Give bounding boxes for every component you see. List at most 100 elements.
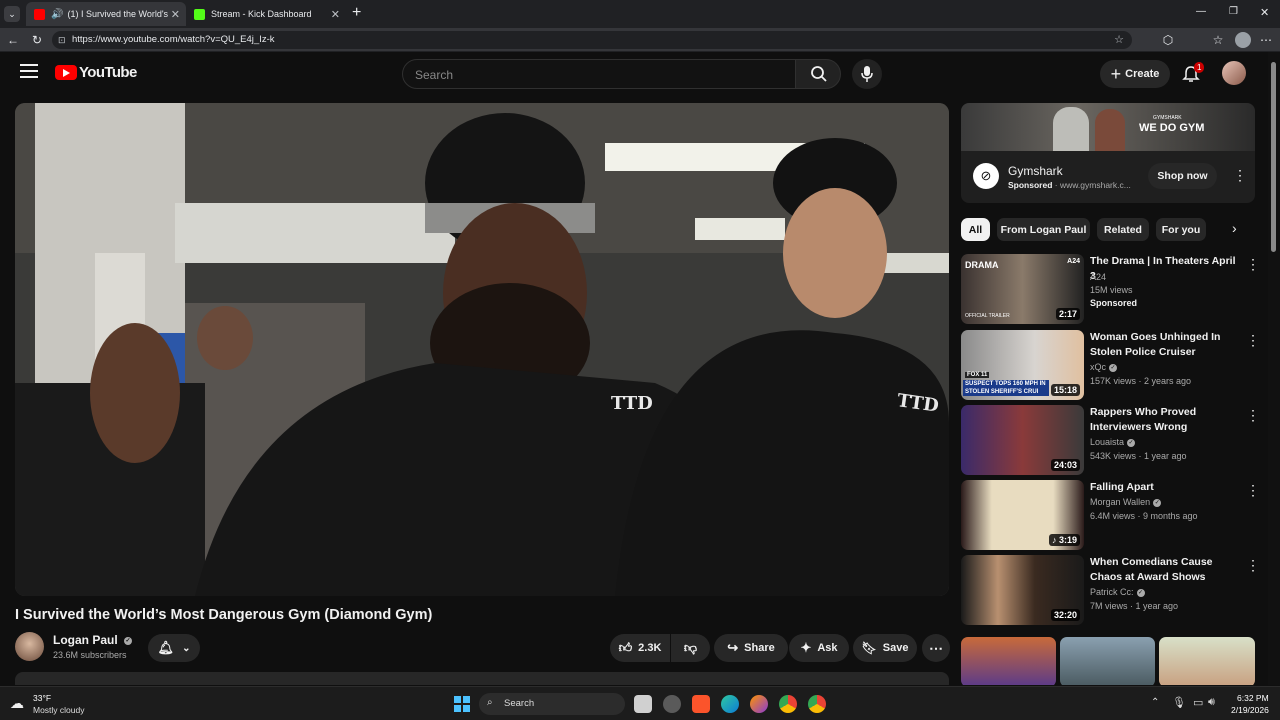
chevron-up-icon[interactable]: ⌃ [1151, 697, 1159, 708]
list-item[interactable]: FOX 11 SUSPECT TOPS 160 MPH IN STOLEN SH… [961, 330, 1261, 402]
chrome-icon[interactable] [779, 695, 797, 713]
rec-views: 543K views · 1 year ago [1090, 451, 1187, 461]
save-button[interactable]: 🔖︎ Save [853, 634, 917, 662]
site-info-icon[interactable]: ⊡ [58, 31, 66, 49]
chip-from-logan-paul[interactable]: From Logan Paul [997, 218, 1090, 241]
rec-more-icon[interactable]: ⋮ [1246, 256, 1260, 273]
rec-views: 157K views · 2 years ago [1090, 376, 1192, 386]
shorts-thumbnail[interactable] [1060, 637, 1155, 685]
list-item[interactable]: DRAMA A24 OFFICIAL TRAILER 2:17 The Dram… [961, 254, 1261, 326]
ad-more-icon[interactable]: ⋮ [1233, 167, 1247, 184]
task-view-icon[interactable] [634, 695, 652, 713]
create-button[interactable]: + Create [1100, 60, 1170, 88]
rec-more-icon[interactable]: ⋮ [1246, 332, 1260, 349]
rec-channel: Louaista [1090, 437, 1125, 447]
thumb-tag: A24 [1067, 258, 1080, 265]
ask-button[interactable]: ✦ Ask [789, 634, 849, 662]
video-thumbnail[interactable]: 32:20 [961, 555, 1084, 625]
ad-advertiser-name: Gymshark [1008, 164, 1063, 178]
video-thumbnail[interactable]: FOX 11 SUSPECT TOPS 160 MPH IN STOLEN SH… [961, 330, 1084, 400]
like-button[interactable]: 👍︎ 2.3K [610, 634, 670, 662]
list-item[interactable]: ♪ 3:19 Falling Apart Morgan Wallen ✓ 6.4M… [961, 480, 1261, 552]
menu-icon[interactable] [20, 64, 38, 78]
search-input[interactable]: Search [402, 59, 796, 89]
search-button[interactable] [795, 59, 841, 89]
back-icon[interactable]: ← [5, 32, 21, 48]
dislike-button[interactable]: 👎︎ [671, 634, 710, 662]
network-icon[interactable]: ▭ [1193, 696, 1203, 709]
chip-all[interactable]: All [961, 218, 990, 241]
ad-card[interactable]: ⊘ Gymshark Sponsored · www.gymshark.c...… [961, 151, 1255, 203]
description-box[interactable] [15, 672, 949, 685]
chip-for-you-label: For you [1161, 223, 1201, 236]
bookmark-icon: 🔖︎ [861, 641, 877, 655]
subscriber-count: 23.6M subscribers [53, 650, 127, 660]
channel-name-text: Logan Paul [53, 633, 118, 647]
refresh-icon[interactable]: ↻ [29, 32, 45, 48]
favorites-icon[interactable]: ☆ [1210, 32, 1226, 48]
app-icon[interactable] [663, 695, 681, 713]
minimize-icon[interactable]: — [1196, 6, 1206, 17]
brave-icon[interactable] [692, 695, 710, 713]
tab-youtube[interactable]: 🔊 (1) I Survived the World's Mo ✕ [26, 2, 186, 26]
thumb-sub-text: OFFICIAL TRAILER [965, 313, 1010, 319]
scrollbar-thumb[interactable] [1271, 62, 1276, 252]
profile-avatar[interactable] [1235, 32, 1251, 48]
favorite-star-icon[interactable]: ☆ [1114, 31, 1124, 49]
voice-search-button[interactable] [852, 59, 882, 89]
close-tab-icon[interactable]: ✕ [171, 8, 180, 21]
page-scrollbar[interactable] [1268, 52, 1280, 685]
url-field[interactable]: ⊡ https://www.youtube.com/watch?v=QU_E4j… [52, 31, 1132, 49]
taskbar-search[interactable]: ⌕ Search [479, 693, 625, 715]
clock-time[interactable]: 6:32 PM [1237, 693, 1269, 703]
sparkle-icon: ✦ [800, 640, 812, 655]
channel-name[interactable]: Logan Paul ✓ [53, 633, 133, 647]
youtube-logo-text: YouTube [79, 64, 137, 81]
notifications-button[interactable]: 1 [1182, 62, 1205, 84]
video-player[interactable]: TTD TTD [15, 103, 949, 596]
rec-more-icon[interactable]: ⋮ [1246, 407, 1260, 424]
notification-badge: 1 [1194, 62, 1205, 73]
chevron-right-icon[interactable]: › [1232, 220, 1237, 236]
video-thumbnail[interactable]: 24:03 [961, 405, 1084, 475]
search-icon [811, 66, 827, 82]
clock-date[interactable]: 2/19/2026 [1231, 705, 1269, 715]
more-actions-button[interactable]: ⋯ [922, 634, 950, 662]
share-arrow-icon: ↪ [727, 640, 739, 655]
shirt-logo-left: TTD [611, 393, 653, 414]
chrome-profile-icon[interactable] [808, 695, 826, 713]
firefox-icon[interactable] [750, 695, 768, 713]
video-thumbnail[interactable]: DRAMA A24 OFFICIAL TRAILER 2:17 [961, 254, 1084, 324]
restore-icon[interactable]: ❐ [1229, 6, 1238, 17]
chip-for-you[interactable]: For you [1156, 218, 1206, 241]
edge-icon[interactable] [721, 695, 739, 713]
chip-related[interactable]: Related [1097, 218, 1149, 241]
shop-now-button[interactable]: Shop now [1148, 163, 1217, 189]
rec-more-icon[interactable]: ⋮ [1246, 557, 1260, 574]
volume-icon[interactable]: 🔊︎ [1208, 696, 1215, 709]
share-button[interactable]: ↪ Share [714, 634, 788, 662]
microphone-icon[interactable]: 🎙︎ [1172, 696, 1186, 709]
start-button[interactable] [454, 696, 470, 712]
extensions-icon[interactable]: ⬡ [1160, 32, 1176, 48]
tab-list-button[interactable]: ⌄ [4, 6, 20, 22]
youtube-play-icon [55, 65, 77, 80]
rec-more-icon[interactable]: ⋮ [1246, 482, 1260, 499]
list-item[interactable]: 32:20 When Comedians Cause Chaos at Awar… [961, 555, 1261, 627]
shorts-thumbnail[interactable] [961, 637, 1056, 685]
tab-kick[interactable]: Stream - Kick Dashboard ✕ [186, 2, 346, 26]
close-tab-icon[interactable]: ✕ [331, 8, 340, 21]
list-item[interactable]: 24:03 Rappers Who Proved Interviewers Wr… [961, 405, 1261, 477]
more-menu-icon[interactable]: ⋯ [1258, 32, 1274, 48]
youtube-logo[interactable]: YouTube [55, 64, 137, 81]
account-avatar[interactable] [1222, 61, 1246, 85]
shorts-thumbnail[interactable] [1159, 637, 1255, 685]
new-tab-icon[interactable]: + [352, 4, 361, 22]
video-thumbnail[interactable]: ♪ 3:19 [961, 480, 1084, 550]
close-window-icon[interactable]: ✕ [1260, 6, 1269, 19]
ad-banner[interactable]: GYMSHARK WE DO GYM [961, 103, 1255, 151]
subscribed-notifications-button[interactable]: 🔔︎ ⌄ [148, 634, 200, 662]
music-note-icon: ♪ [1051, 535, 1059, 545]
speaker-icon[interactable]: 🔊 [51, 9, 63, 20]
channel-avatar[interactable] [15, 632, 44, 661]
